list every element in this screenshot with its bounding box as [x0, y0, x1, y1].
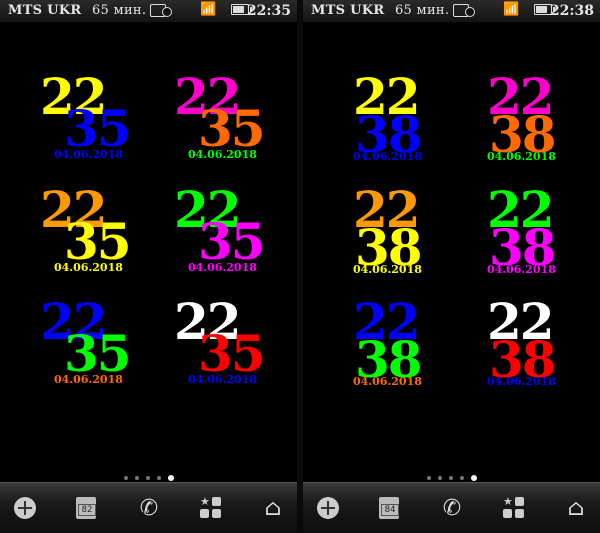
calendar-day: 84 [381, 504, 399, 516]
page-dot[interactable] [157, 476, 161, 480]
widget-minute: 35 [198, 324, 266, 383]
clock-widget[interactable]: 22 38 04.06.2018 [351, 185, 451, 285]
clock-widget[interactable]: 22 35 04.06.2018 [40, 297, 140, 397]
message-sync-icon [453, 4, 475, 17]
calendar-icon: 82 [76, 497, 96, 519]
calendar-button[interactable]: 84 [374, 493, 404, 523]
dock: 84 ✆ ★ ⌂ [303, 482, 600, 533]
calendar-icon: 84 [379, 497, 399, 519]
windows-start-icon [317, 497, 339, 519]
status-bar: MTS UKR 65 мин. 📶 22:38 [303, 0, 600, 22]
windows-start-icon [14, 497, 36, 519]
dock: 82 ✆ ★ ⌂ [0, 482, 297, 533]
home-button[interactable]: ⌂ [258, 493, 288, 523]
page-dot[interactable] [124, 476, 128, 480]
signal-icon: 📶 [200, 2, 217, 17]
widget-minute: 35 [64, 99, 132, 158]
phone-icon: ✆ [442, 495, 462, 521]
home-button[interactable]: ⌂ [561, 493, 591, 523]
widget-minute: 35 [198, 212, 266, 271]
widget-date: 04.06.2018 [54, 261, 123, 274]
widget-date: 04.06.2018 [353, 150, 422, 163]
clock-widget[interactable]: 22 35 04.06.2018 [40, 72, 140, 172]
clock-widget[interactable]: 22 38 04.06.2018 [351, 72, 451, 172]
page-dot[interactable] [460, 476, 464, 480]
apps-button[interactable]: ★ [196, 493, 226, 523]
clock-widget[interactable]: 22 35 04.06.2018 [174, 72, 274, 172]
home-icon: ⌂ [264, 495, 282, 521]
widget-date: 04.06.2018 [188, 261, 257, 274]
widget-date: 04.06.2018 [487, 263, 556, 276]
widget-date: 04.06.2018 [54, 148, 123, 161]
page-dot-active[interactable] [471, 475, 477, 481]
widget-date: 04.06.2018 [353, 375, 422, 388]
page-indicator[interactable] [124, 474, 180, 482]
message-sync-icon [150, 4, 172, 17]
apps-grid-icon: ★ [503, 496, 525, 519]
page-dot[interactable] [449, 476, 453, 480]
phone-button[interactable]: ✆ [437, 493, 467, 523]
clock-widget[interactable]: 22 38 04.06.2018 [485, 72, 585, 172]
widget-minute: 35 [198, 99, 266, 158]
apps-grid-icon: ★ [200, 496, 222, 519]
clock-widget[interactable]: 22 38 04.06.2018 [485, 185, 585, 285]
screen-left: MTS UKR 65 мин. 📶 22:35 22 35 04.06.2018… [0, 0, 297, 533]
balance-minutes: 65 мин. [394, 3, 450, 18]
page-dot[interactable] [438, 476, 442, 480]
clock-widget[interactable]: 22 35 04.06.2018 [174, 297, 274, 397]
clock-widget[interactable]: 22 35 04.06.2018 [174, 185, 274, 285]
clock-widget[interactable]: 22 38 04.06.2018 [485, 297, 585, 397]
calendar-day: 82 [78, 504, 96, 516]
phone-button[interactable]: ✆ [134, 493, 164, 523]
phone-icon: ✆ [139, 495, 159, 521]
operator-name: MTS UKR [8, 3, 82, 18]
status-clock: 22:38 [549, 3, 594, 19]
clock-widget[interactable]: 22 35 04.06.2018 [40, 185, 140, 285]
page-indicator[interactable] [427, 474, 483, 482]
balance-minutes: 65 мин. [91, 3, 147, 18]
page-dot-active[interactable] [168, 475, 174, 481]
widget-date: 04.06.2018 [487, 375, 556, 388]
clock-widget[interactable]: 22 38 04.06.2018 [351, 297, 451, 397]
signal-icon: 📶 [503, 2, 520, 17]
widget-date: 04.06.2018 [487, 150, 556, 163]
start-button[interactable] [10, 493, 40, 523]
widget-date: 04.06.2018 [188, 148, 257, 161]
widget-date: 04.06.2018 [54, 373, 123, 386]
status-bar: MTS UKR 65 мин. 📶 22:35 [0, 0, 297, 22]
widget-minute: 35 [64, 212, 132, 271]
widget-date: 04.06.2018 [188, 373, 257, 386]
page-dot[interactable] [427, 476, 431, 480]
widget-minute: 35 [64, 324, 132, 383]
home-icon: ⌂ [567, 495, 585, 521]
calendar-button[interactable]: 82 [71, 493, 101, 523]
start-button[interactable] [313, 493, 343, 523]
apps-button[interactable]: ★ [499, 493, 529, 523]
widget-date: 04.06.2018 [353, 263, 422, 276]
screen-right: MTS UKR 65 мин. 📶 22:38 22 38 04.06.2018… [303, 0, 600, 533]
status-clock: 22:35 [246, 3, 291, 19]
page-dot[interactable] [135, 476, 139, 480]
operator-name: MTS UKR [311, 3, 385, 18]
page-dot[interactable] [146, 476, 150, 480]
